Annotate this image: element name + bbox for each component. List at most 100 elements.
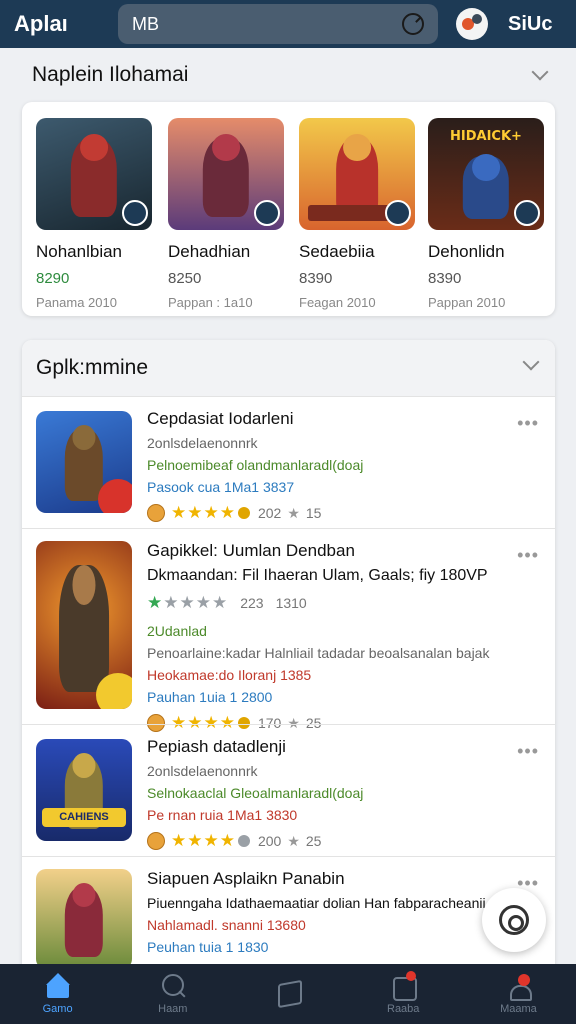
app-title: Aplaı xyxy=(14,11,68,36)
list-item-description: Pelnoemibeaf olandmanlaradl(doaj xyxy=(147,457,364,473)
rating-row: ★★★★ 202 ★ 15 xyxy=(147,503,515,523)
list-item[interactable]: Gapikkel: Uumlan Dendban Dkmaandan: Fil … xyxy=(22,528,555,732)
search-input[interactable]: MB xyxy=(132,14,159,35)
rating-value: 25 xyxy=(305,833,322,849)
home-icon xyxy=(44,973,72,999)
game-art-title: HIDAICK+ xyxy=(450,129,522,145)
featured-item-price: 8250 xyxy=(168,270,202,287)
featured-item-name: Dehadhian xyxy=(168,242,251,261)
featured-item[interactable]: HIDAICK+ Dehonlidn 8390 Pappan 2010 xyxy=(428,118,546,310)
star-icon: ★ xyxy=(287,832,300,849)
list-section-header[interactable]: Gplk:mmine xyxy=(22,340,555,396)
game-list-card: Gplk:mmine Cepdasiat Iodarleni 2onlsdela… xyxy=(22,340,555,980)
list-item-subtitle: Piuenngaha Idathaemaatiar dolian Han fab… xyxy=(147,895,486,911)
featured-section-header[interactable]: Naplein Ilohamai xyxy=(20,60,556,90)
featured-item-name: Dehonlidn xyxy=(428,242,505,261)
game-art-image: CAHIENS xyxy=(36,739,132,841)
featured-item[interactable]: Sedaebiia 8390 Feagan 2010 xyxy=(299,118,417,310)
nav-item-profile[interactable]: Maama xyxy=(461,964,576,1024)
badge-icon xyxy=(254,200,280,226)
updates-icon xyxy=(389,971,418,1001)
rating-row: ★★★★★ 223 1310 xyxy=(147,593,519,613)
chevron-down-icon[interactable] xyxy=(522,353,540,371)
list-item-title: Siapuen Asplaikn Panabin xyxy=(147,869,345,888)
rating-row: ★★★★ 200 ★ 25 xyxy=(147,831,515,851)
featured-section-title: Naplein Ilohamai xyxy=(32,63,189,86)
game-art-title: CAHIENS xyxy=(41,808,127,827)
list-item-info: Pe rnan ruia 1Ma1 3830 xyxy=(147,807,298,823)
game-art-image xyxy=(36,118,152,230)
list-item-description: Nahlamadl. snanni 13680 xyxy=(147,917,306,933)
chevron-down-icon[interactable] xyxy=(531,63,549,81)
nav-item-home[interactable]: Gamo xyxy=(0,964,115,1024)
game-art-image xyxy=(299,118,415,230)
list-item-subtitle: Dkmaandan: Fil Ihaeran Ulam, Gaals; fiy … xyxy=(147,567,488,584)
list-section-title: Gplk:mmine xyxy=(36,356,149,379)
featured-item-meta: Pappan : 1a10 xyxy=(168,295,253,310)
search-icon xyxy=(159,973,187,999)
list-item[interactable]: Cepdasiat Iodarleni 2onlsdelaenonnrk Pel… xyxy=(22,396,555,528)
nav-label: Gamo xyxy=(42,1003,73,1015)
game-art-image xyxy=(36,411,132,513)
game-art-image: HIDAICK+ xyxy=(428,118,544,230)
search-bar[interactable]: MB xyxy=(118,4,438,44)
star-icon: ★ xyxy=(287,504,300,521)
featured-item[interactable]: Dehadhian 8250 Pappan : 1a10 xyxy=(168,118,286,310)
list-item-tag: 2Udanlad xyxy=(147,623,207,639)
rating-value: 15 xyxy=(305,505,322,521)
badge-icon xyxy=(385,200,411,226)
list-item-description: Penoarlaine:kadar Halnliail tadadar beoa… xyxy=(147,645,490,661)
avatar[interactable] xyxy=(456,8,488,40)
game-art-image xyxy=(36,869,132,969)
list-item-title: Pepiash datadlenji xyxy=(147,737,286,756)
rating-value: 1310 xyxy=(275,595,307,611)
nav-label: Raaba xyxy=(387,1003,420,1015)
profile-icon xyxy=(504,973,533,1001)
featured-item[interactable]: Nohanlbian 8290 Panama 2010 xyxy=(36,118,154,310)
star-rating: ★★★★ xyxy=(171,831,236,850)
rating-count: 200 xyxy=(257,833,282,849)
featured-card: Nohanlbian 8290 Panama 2010 Dehadhian 82… xyxy=(22,102,555,316)
top-action-button[interactable]: SiUc xyxy=(508,13,552,36)
dot-icon xyxy=(237,507,250,519)
badge-icon xyxy=(122,200,148,226)
featured-item-name: Sedaebiia xyxy=(299,242,375,261)
more-options-icon[interactable]: ••• xyxy=(517,741,539,762)
list-item-info: Peuhan tuia 1 1830 xyxy=(147,939,269,955)
nav-item-updates[interactable]: Raaba xyxy=(346,964,461,1024)
featured-item-meta: Panama 2010 xyxy=(36,295,117,310)
featured-item-price: 8390 xyxy=(428,270,462,287)
featured-item-price: 8390 xyxy=(299,270,333,287)
rating-count: 223 xyxy=(240,595,264,611)
nav-item-library[interactable] xyxy=(230,964,345,1024)
rating-count: 202 xyxy=(257,505,282,521)
list-item[interactable]: Siapuen Asplaikn Panabin Piuenngaha Idat… xyxy=(22,856,555,980)
nav-label: Maama xyxy=(500,1003,537,1015)
app-top-bar: Aplaı MB SiUc xyxy=(0,0,576,48)
search-icon[interactable] xyxy=(402,13,424,35)
game-art-image xyxy=(168,118,284,230)
list-item-info: Heokamae:do Iloranj 1385 xyxy=(147,667,312,683)
coin-icon xyxy=(147,504,165,522)
nav-label: Haam xyxy=(158,1003,188,1015)
coin-icon xyxy=(147,832,165,850)
list-item-subtitle: 2onlsdelaenonnrk xyxy=(147,435,258,451)
bottom-navigation: Gamo Haam Raaba Maama xyxy=(0,964,576,1024)
library-icon xyxy=(274,979,302,1005)
list-item[interactable]: CAHIENS Pepiash datadlenji 2onlsdelaenon… xyxy=(22,724,555,856)
star-rating: ★★★★ xyxy=(171,503,236,522)
list-item-info: Pasook cua 1Ma1 3837 xyxy=(147,479,295,495)
star-rating: ★★★★★ xyxy=(147,593,229,612)
list-item-title: Cepdasiat Iodarleni xyxy=(147,409,294,428)
badge-icon xyxy=(514,200,540,226)
dot-icon xyxy=(237,835,250,847)
featured-item-name: Nohanlbian xyxy=(36,242,123,261)
floating-action-button[interactable] xyxy=(482,888,546,952)
list-item-description: Selnokaaclal Gleoalmanlaradl(doaj xyxy=(147,785,364,801)
nav-item-search[interactable]: Haam xyxy=(115,964,230,1024)
more-options-icon[interactable]: ••• xyxy=(517,413,539,434)
featured-item-price: 8290 xyxy=(36,270,70,287)
list-item-title: Gapikkel: Uumlan Dendban xyxy=(147,541,355,560)
game-controller-icon xyxy=(499,905,529,935)
more-options-icon[interactable]: ••• xyxy=(517,545,539,566)
